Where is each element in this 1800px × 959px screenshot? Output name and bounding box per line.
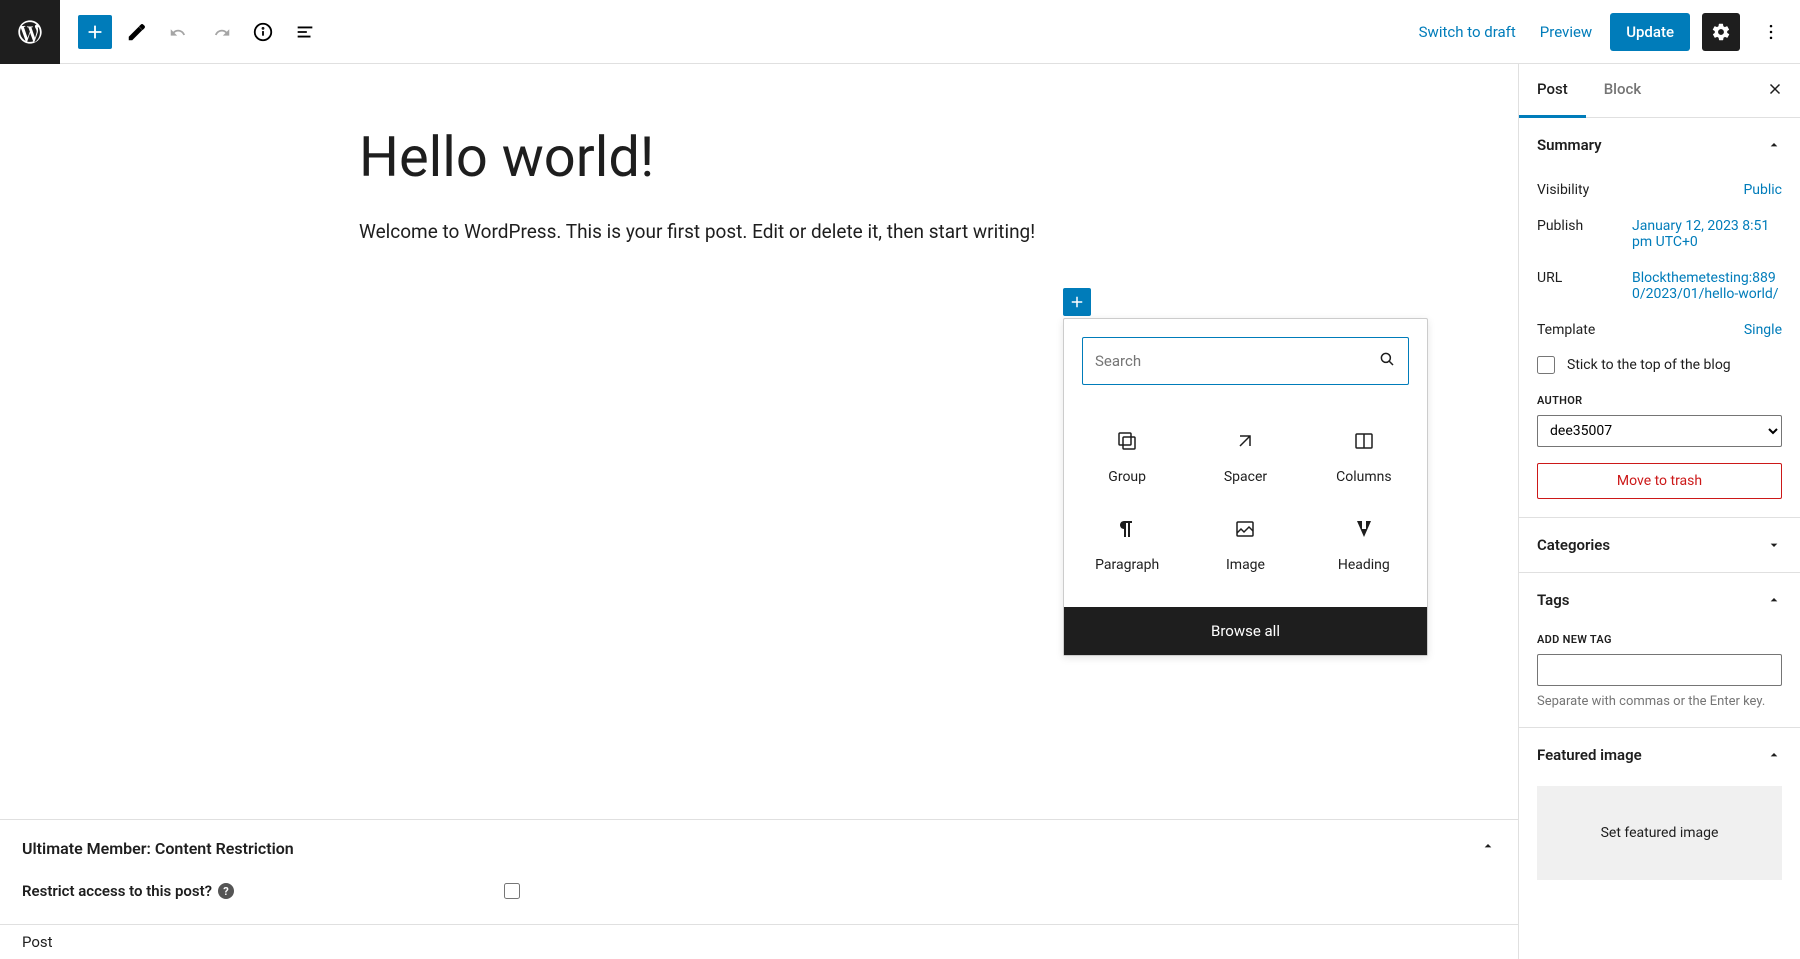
tags-panel-header[interactable]: Tags: [1519, 573, 1800, 627]
template-value[interactable]: Single: [1744, 322, 1782, 338]
info-button[interactable]: [246, 15, 280, 49]
editor-canvas: Hello world! Welcome to WordPress. This …: [0, 64, 1518, 959]
block-paragraph[interactable]: Paragraph: [1068, 501, 1186, 589]
post-paragraph[interactable]: Welcome to WordPress. This is your first…: [359, 218, 1159, 247]
image-icon: [1233, 517, 1257, 541]
block-heading[interactable]: Heading: [1305, 501, 1423, 589]
help-icon[interactable]: ?: [218, 883, 234, 899]
footer-tab-post[interactable]: Post: [0, 924, 1518, 959]
bottom-metabox-panel: Ultimate Member: Content Restriction Res…: [0, 819, 1518, 959]
spacer-icon: [1233, 429, 1257, 453]
group-icon: [1115, 429, 1139, 453]
block-group[interactable]: Group: [1068, 413, 1186, 501]
preview-button[interactable]: Preview: [1534, 15, 1598, 49]
chevron-down-icon: [1766, 537, 1782, 553]
more-options-button[interactable]: [1752, 13, 1790, 51]
add-tag-input[interactable]: [1537, 654, 1782, 686]
chevron-up-icon: [1766, 747, 1782, 763]
add-tag-label: ADD NEW TAG: [1537, 633, 1782, 646]
browse-all-button[interactable]: Browse all: [1064, 607, 1427, 655]
block-spacer[interactable]: Spacer: [1186, 413, 1304, 501]
tab-post[interactable]: Post: [1519, 64, 1586, 118]
url-value[interactable]: Blockthemetesting:8890/2023/01/hello-wor…: [1632, 270, 1782, 302]
metabox-title: Ultimate Member: Content Restriction: [22, 839, 294, 858]
restrict-access-checkbox[interactable]: [504, 883, 520, 899]
settings-sidebar: Post Block Summary Visibility Public Pub…: [1518, 64, 1800, 959]
stick-to-top-label: Stick to the top of the blog: [1567, 357, 1731, 373]
block-image[interactable]: Image: [1186, 501, 1304, 589]
tab-block[interactable]: Block: [1586, 64, 1659, 118]
settings-button[interactable]: [1702, 13, 1740, 51]
publish-value[interactable]: January 12, 2023 8:51 pm UTC+0: [1632, 218, 1782, 250]
restrict-access-label: Restrict access to this post?: [22, 882, 212, 900]
update-button[interactable]: Update: [1610, 13, 1690, 51]
top-toolbar: Switch to draft Preview Update: [0, 0, 1800, 64]
author-label: AUTHOR: [1537, 394, 1782, 407]
chevron-up-icon: [1766, 592, 1782, 608]
block-inserter-popover: Group Spacer Columns Paragraph: [1063, 318, 1428, 656]
list-view-button[interactable]: [288, 15, 322, 49]
chevron-up-icon: [1766, 137, 1782, 153]
author-select[interactable]: dee35007: [1537, 415, 1782, 447]
redo-button[interactable]: [204, 15, 238, 49]
edit-mode-button[interactable]: [120, 15, 154, 49]
block-search-input[interactable]: [1095, 352, 1378, 370]
columns-icon: [1352, 429, 1376, 453]
close-sidebar-button[interactable]: [1754, 80, 1796, 102]
categories-panel-header[interactable]: Categories: [1519, 518, 1800, 572]
post-title[interactable]: Hello world!: [359, 124, 1159, 190]
template-label: Template: [1537, 322, 1595, 338]
summary-panel-header[interactable]: Summary: [1519, 118, 1800, 172]
set-featured-image-button[interactable]: Set featured image: [1537, 786, 1782, 880]
publish-label: Publish: [1537, 218, 1583, 234]
undo-button[interactable]: [162, 15, 196, 49]
url-label: URL: [1537, 270, 1562, 286]
move-to-trash-button[interactable]: Move to trash: [1537, 463, 1782, 499]
search-icon: [1378, 350, 1396, 372]
metabox-toggle-icon[interactable]: [1480, 838, 1496, 858]
block-columns[interactable]: Columns: [1305, 413, 1423, 501]
inline-add-block-button[interactable]: [1063, 288, 1091, 316]
switch-to-draft-button[interactable]: Switch to draft: [1413, 15, 1522, 49]
heading-icon: [1352, 517, 1376, 541]
tag-hint: Separate with commas or the Enter key.: [1537, 694, 1782, 709]
featured-image-panel-header[interactable]: Featured image: [1519, 728, 1800, 782]
stick-to-top-checkbox[interactable]: [1537, 356, 1555, 374]
visibility-label: Visibility: [1537, 182, 1589, 198]
paragraph-icon: [1115, 517, 1139, 541]
wordpress-logo[interactable]: [0, 0, 60, 64]
add-block-button[interactable]: [78, 15, 112, 49]
visibility-value[interactable]: Public: [1743, 182, 1782, 198]
